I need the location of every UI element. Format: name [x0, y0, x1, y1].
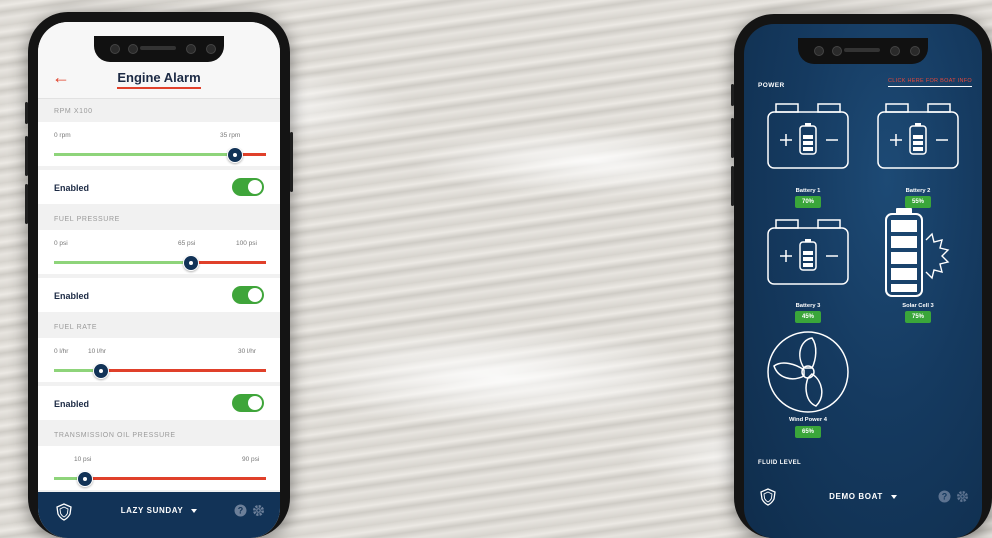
transmission-oil-section: TRANSMISSION OIL PRESSURE 10 psi 90 psi [38, 426, 280, 490]
range-value-label: 35 rpm [220, 132, 241, 139]
power-heading: POWER [758, 82, 785, 89]
help-icon[interactable]: ? [234, 504, 247, 517]
slider-track-filled [54, 153, 234, 156]
slider-track-rest [100, 369, 266, 372]
fuel-rate-enabled-toggle[interactable] [232, 394, 264, 412]
status-badge: 70% [795, 196, 821, 208]
fuel-rate-slider[interactable]: 0 l/hr 10 l/hr 30 l/hr [38, 338, 280, 382]
battery-icon[interactable] [876, 102, 960, 170]
fuel-pressure-enabled-row: Enabled [38, 278, 280, 312]
fuel-pressure-section: FUEL PRESSURE 0 psi 65 psi 100 psi Enabl… [38, 210, 280, 312]
battery-icon[interactable] [766, 218, 850, 286]
fuel-pressure-slider[interactable]: 0 psi 65 psi 100 psi [38, 230, 280, 274]
tile-label: Battery 1 [795, 188, 821, 194]
bottom-bar: DEMO BOAT ? [744, 478, 982, 520]
boat-name: LAZY SUNDAY [120, 506, 184, 515]
svg-text:?: ? [942, 492, 948, 502]
slider-knob[interactable] [183, 255, 199, 271]
range-min-label: 0 rpm [54, 132, 71, 139]
range-min-label: 0 psi [54, 240, 68, 247]
chevron-down-icon [890, 494, 897, 499]
section-heading: RPM X100 [54, 108, 93, 115]
section-heading: TRANSMISSION OIL PRESSURE [54, 432, 176, 439]
phone-engine-alarm: ← Engine Alarm RPM X100 0 rpm 35 rpm Ena… [25, 12, 293, 538]
boat-info-link[interactable]: CLICK HERE FOR BOAT INFO [887, 78, 972, 87]
help-icon[interactable]: ? [938, 490, 951, 503]
range-value-label: 10 l/hr [88, 348, 107, 355]
fuel-rate-section: FUEL RATE 0 l/hr 10 l/hr 30 l/hr Enabled [38, 318, 280, 420]
enabled-label: Enabled [54, 183, 90, 193]
range-max-label: 100 psi [236, 240, 257, 247]
section-heading: FUEL RATE [54, 324, 98, 331]
tile-label: Wind Power 4 [789, 417, 827, 423]
slider-track-rest [190, 261, 266, 264]
svg-text:?: ? [238, 506, 244, 516]
gear-icon[interactable] [252, 504, 265, 517]
rpm-enabled-row: Enabled [38, 170, 280, 204]
range-value-label: 10 psi [74, 456, 92, 463]
enabled-label: Enabled [54, 399, 90, 409]
transmission-oil-slider[interactable]: 10 psi 90 psi [38, 446, 280, 490]
power-dashboard-screen: POWER CLICK HERE FOR BOAT INFO Battery 1… [744, 24, 982, 538]
page-title: Engine Alarm [117, 70, 201, 89]
tile-label: Battery 3 [795, 303, 821, 309]
rpm-slider[interactable]: 0 rpm 35 rpm [38, 122, 280, 166]
tile-label: Solar Cell 3 [902, 303, 934, 309]
rpm-section: RPM X100 0 rpm 35 rpm Enabled [38, 102, 280, 204]
fuel-rate-enabled-row: Enabled [38, 386, 280, 420]
boat-name: DEMO BOAT [829, 492, 883, 501]
range-value-label: 65 psi [178, 240, 196, 247]
battery-icon[interactable] [766, 102, 850, 170]
engine-alarm-screen: ← Engine Alarm RPM X100 0 rpm 35 rpm Ena… [38, 22, 280, 538]
status-badge: 65% [795, 426, 821, 438]
slider-track-rest [84, 477, 266, 480]
rpm-enabled-toggle[interactable] [232, 178, 264, 196]
gear-icon[interactable] [956, 490, 969, 503]
solar-cell-icon[interactable] [882, 204, 956, 300]
wind-turbine-icon[interactable] [766, 330, 850, 414]
slider-knob[interactable] [93, 363, 109, 379]
slider-knob[interactable] [77, 471, 93, 487]
range-max-label: 90 psi [242, 456, 260, 463]
status-badge: 75% [905, 311, 931, 323]
slider-knob[interactable] [227, 147, 243, 163]
phone-power-dashboard: POWER CLICK HERE FOR BOAT INFO Battery 1… [731, 14, 992, 538]
section-heading: FUEL PRESSURE [54, 216, 120, 223]
fluid-level-heading: FLUID LEVEL [758, 460, 802, 466]
range-max-label: 30 l/hr [238, 348, 257, 355]
enabled-label: Enabled [54, 291, 90, 301]
chevron-down-icon [191, 508, 198, 513]
slider-track-filled [54, 261, 190, 264]
bottom-bar: LAZY SUNDAY ? [38, 492, 280, 538]
fuel-pressure-enabled-toggle[interactable] [232, 286, 264, 304]
status-badge: 45% [795, 311, 821, 323]
range-min-label: 0 l/hr [54, 348, 69, 355]
tile-label: Battery 2 [905, 188, 931, 194]
